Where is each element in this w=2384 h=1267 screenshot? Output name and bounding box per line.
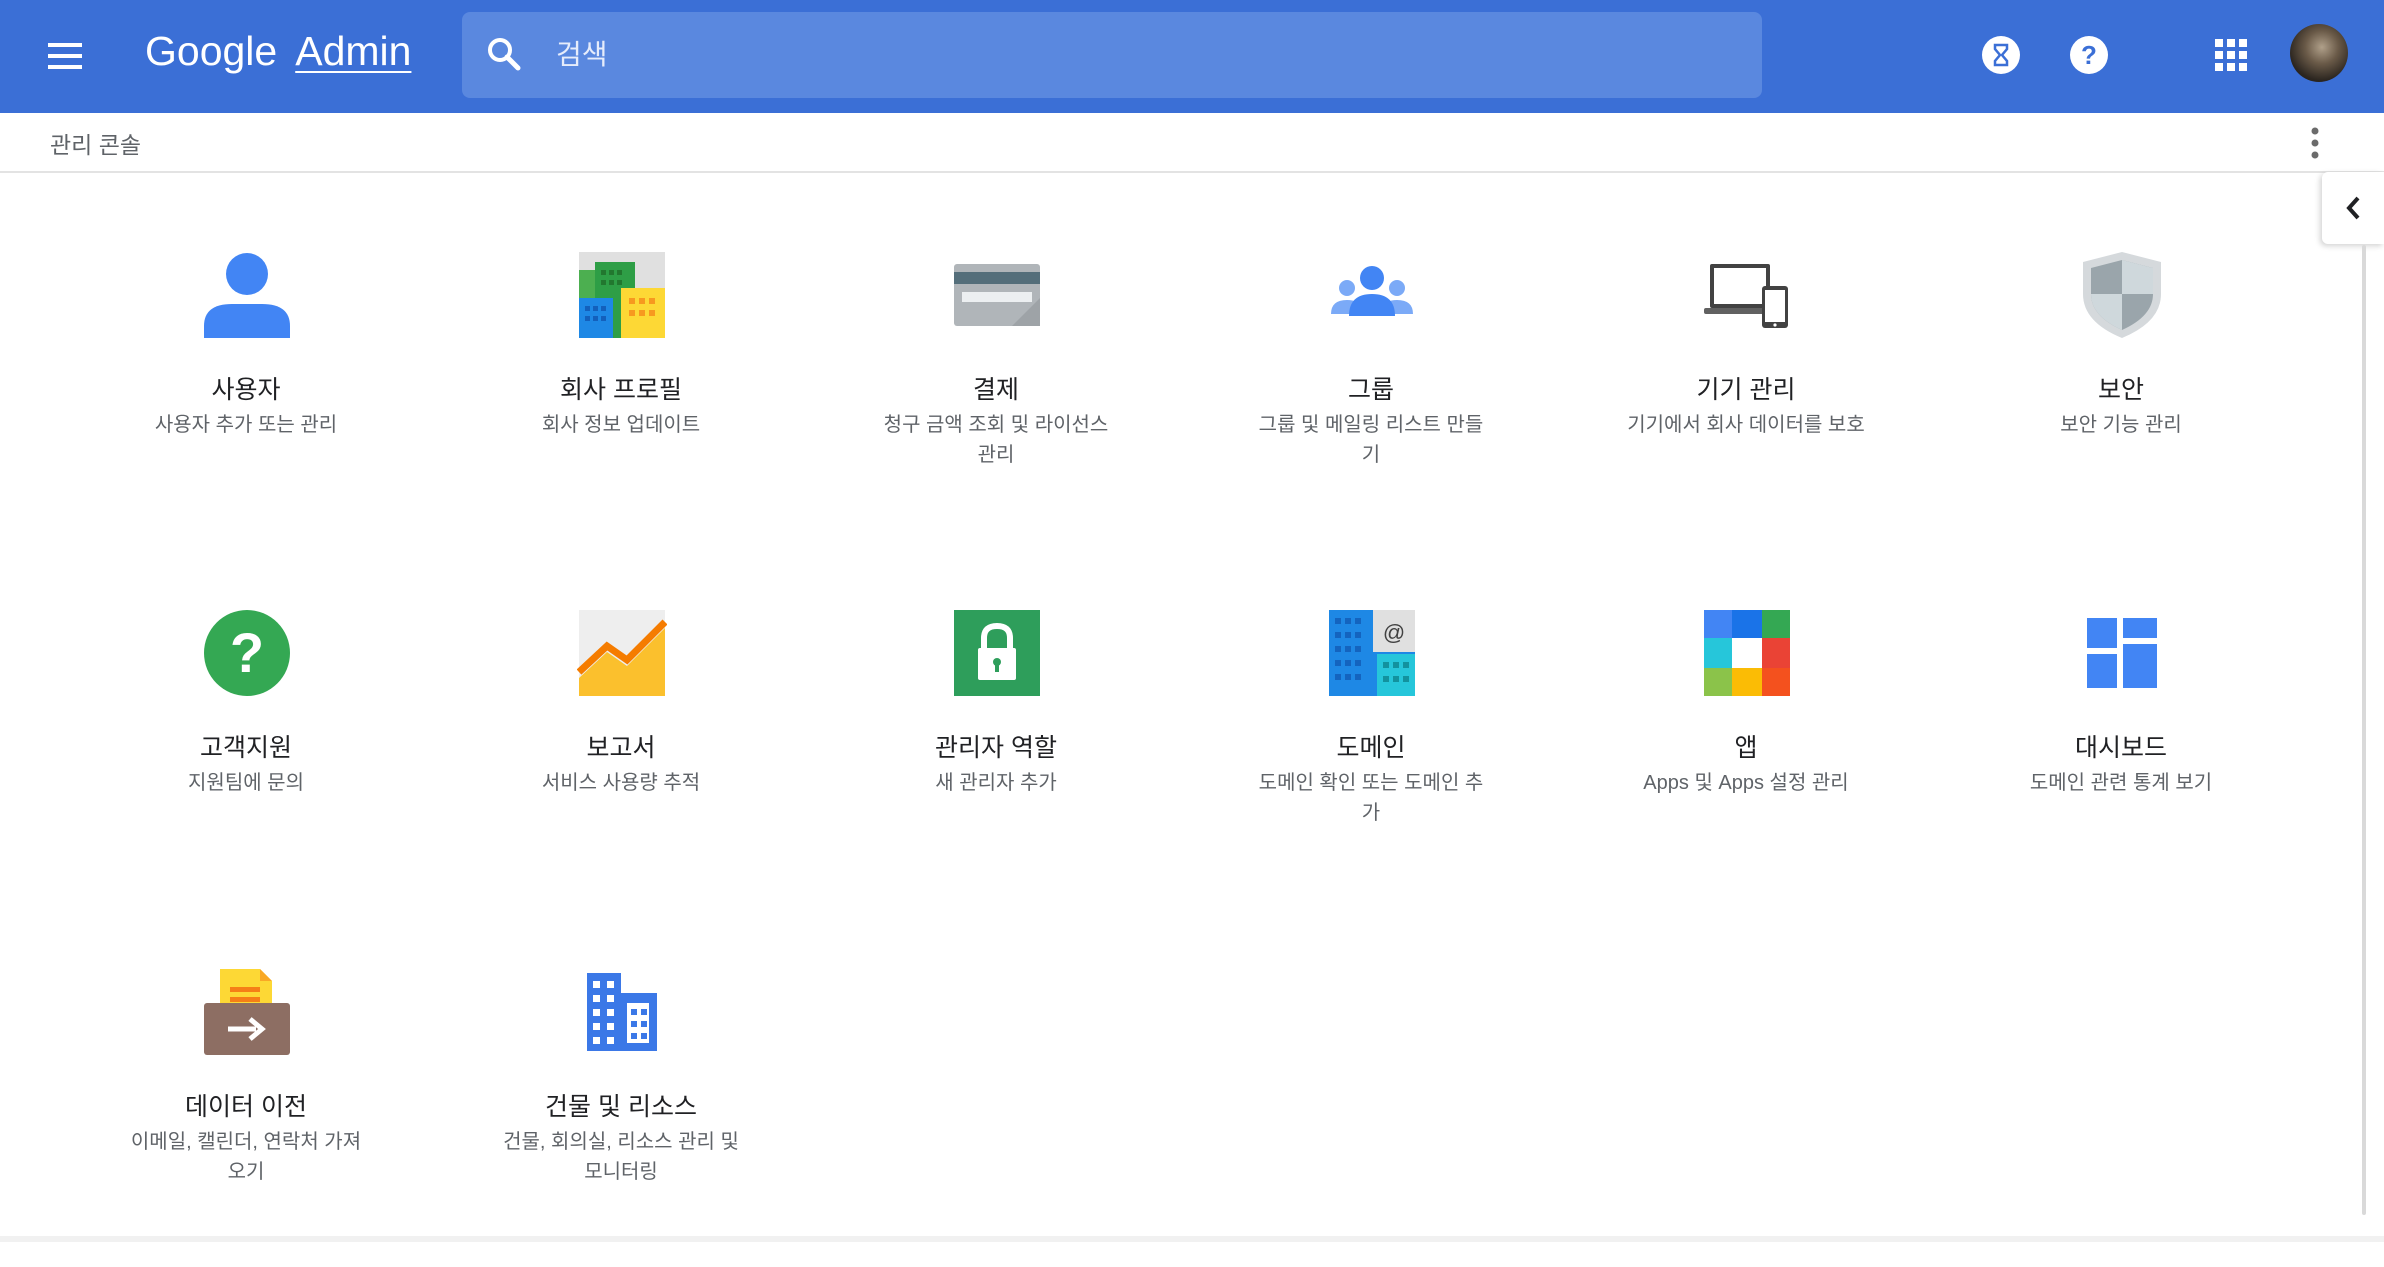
tile-title: 사용자 [211, 376, 281, 404]
breadcrumb-bar: 관리 콘솔 [0, 113, 2384, 173]
side-panel-toggle[interactable] [2322, 172, 2384, 244]
tile-apps[interactable]: 앱 Apps 및 Apps 설정 관리 [1596, 608, 1896, 908]
tile-title: 그룹 [1347, 376, 1394, 404]
more-vert-icon [2311, 127, 2319, 159]
main-menu-button[interactable] [38, 30, 92, 82]
hamburger-menu-icon [48, 43, 82, 69]
chevron-left-icon [2346, 196, 2360, 220]
help-button[interactable]: ? [2066, 32, 2112, 78]
dashboard-icon [2077, 608, 2167, 698]
help-question-icon: ? [2070, 36, 2108, 74]
support-question-icon: ? [202, 608, 292, 698]
tile-description: 회사 정보 업데이트 [541, 414, 701, 436]
tile-description: 이메일, 캘린더, 연락처 가져오기 [130, 1131, 362, 1183]
user-icon [202, 250, 292, 340]
tile-title: 관리자 역할 [935, 734, 1057, 762]
tile-title: 기기 관리 [1696, 376, 1796, 404]
google-admin-logo[interactable]: Google Admin [145, 28, 411, 84]
tile-description: 건물, 회의실, 리소스 관리 및 모니터링 [503, 1131, 739, 1183]
svg-text:?: ? [2081, 40, 2097, 70]
tile-description: 새 관리자 추가 [935, 772, 1057, 794]
tile-security[interactable]: 보안 보안 기능 관리 [1971, 250, 2271, 550]
bottom-divider [0, 1236, 2384, 1242]
reports-chart-icon [577, 608, 667, 698]
tile-groups[interactable]: 그룹 그룹 및 메일링 리스트 만들기 [1221, 250, 1521, 550]
tile-support[interactable]: ? 고객지원 지원팀에 문의 [96, 608, 396, 908]
groups-icon [1327, 250, 1417, 340]
tile-description: 도메인 확인 또는 도메인 추가 [1258, 772, 1484, 824]
apps-launcher-button[interactable] [2208, 32, 2254, 78]
apps-grid-launcher-icon [2215, 39, 2247, 71]
tile-reports[interactable]: 보고서 서비스 사용량 추적 [471, 608, 771, 908]
tile-company-profile[interactable]: 회사 프로필 회사 정보 업데이트 [471, 250, 771, 550]
admin-roles-lock-icon [952, 608, 1042, 698]
logo-admin-link[interactable]: Admin [295, 28, 411, 75]
tile-title: 고객지원 [199, 734, 292, 762]
tile-description: 사용자 추가 또는 관리 [154, 414, 338, 436]
tile-description: 지원팀에 문의 [188, 772, 304, 794]
tile-description: 보안 기능 관리 [2060, 414, 2182, 436]
tile-users[interactable]: 사용자 사용자 추가 또는 관리 [96, 250, 396, 550]
tile-description: 기기에서 회사 데이터를 보호 [1627, 414, 1865, 436]
tile-billing[interactable]: 결제 청구 금액 조회 및 라이선스 관리 [846, 250, 1146, 550]
buildings-resources-icon [577, 967, 667, 1057]
data-migration-icon [202, 967, 292, 1057]
tile-data-migration[interactable]: 데이터 이전 이메일, 캘린더, 연락처 가져오기 [96, 967, 396, 1267]
tile-domains[interactable]: @ 도메인 도메인 확인 또는 도메인 추가 [1221, 608, 1521, 908]
top-app-bar: Google Admin ? [0, 0, 2384, 113]
tile-device-management[interactable]: 기기 관리 기기에서 회사 데이터를 보호 [1596, 250, 1896, 550]
company-profile-icon [577, 250, 667, 340]
tile-description: 청구 금액 조회 및 라이선스 관리 [883, 414, 1109, 466]
tile-title: 건물 및 리소스 [545, 1093, 697, 1121]
tile-description: Apps 및 Apps 설정 관리 [1643, 772, 1849, 794]
tile-title: 대시보드 [2074, 734, 2167, 762]
tile-dashboard[interactable]: 대시보드 도메인 관련 통계 보기 [1971, 608, 2271, 908]
account-avatar[interactable] [2290, 24, 2348, 82]
svg-text:@: @ [1383, 620, 1405, 645]
devices-icon [1702, 250, 1792, 340]
timer-button[interactable] [1978, 32, 2024, 78]
billing-card-icon [952, 250, 1042, 340]
domains-icon: @ [1327, 608, 1417, 698]
apps-grid-icon [1702, 608, 1792, 698]
logo-google-text: Google [145, 28, 278, 74]
security-shield-icon [2077, 250, 2167, 340]
search-bar[interactable] [462, 12, 1762, 98]
tile-title: 보고서 [586, 734, 656, 762]
svg-text:?: ? [230, 621, 264, 684]
tile-admin-roles[interactable]: 관리자 역할 새 관리자 추가 [846, 608, 1146, 908]
tile-title: 앱 [1734, 734, 1758, 762]
tile-title: 보안 [2097, 376, 2144, 404]
tile-title: 결제 [972, 376, 1019, 404]
tile-description: 도메인 관련 통계 보기 [2029, 772, 2213, 794]
scrollbar[interactable] [2362, 245, 2366, 1215]
tile-description: 그룹 및 메일링 리스트 만들기 [1258, 414, 1484, 466]
search-icon [488, 38, 521, 71]
tile-buildings-resources[interactable]: 건물 및 리소스 건물, 회의실, 리소스 관리 및 모니터링 [471, 967, 771, 1267]
tile-title: 데이터 이전 [185, 1093, 307, 1121]
tile-description: 서비스 사용량 추적 [541, 772, 701, 794]
tile-title: 도메인 [1336, 734, 1406, 762]
hourglass-icon [1982, 36, 2020, 74]
tile-title: 회사 프로필 [560, 376, 682, 404]
search-input[interactable] [554, 28, 1718, 82]
breadcrumb-admin-console[interactable]: 관리 콘솔 [50, 126, 141, 160]
more-options-button[interactable] [2298, 121, 2332, 165]
